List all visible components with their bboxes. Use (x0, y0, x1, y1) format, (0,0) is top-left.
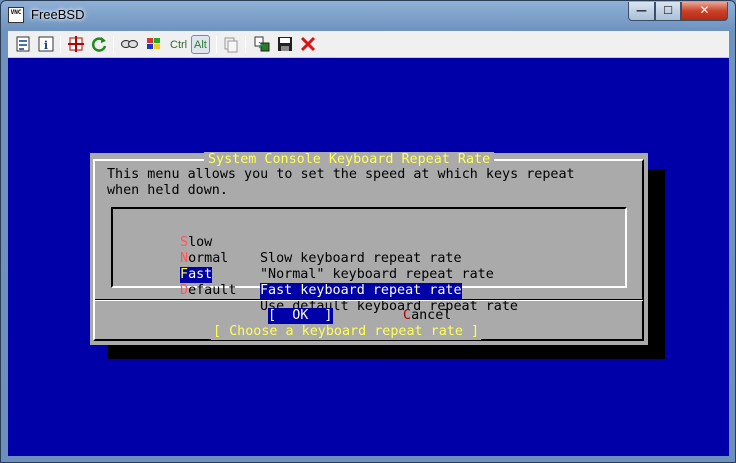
save-icon[interactable] (276, 35, 294, 54)
dialog-title: System Console Keyboard Repeat Rate (204, 152, 495, 168)
menu-item-description: Slow keyboard repeat rate (260, 251, 462, 266)
menu-item-tag: Default (180, 283, 237, 298)
menu-item-description: "Normal" keyboard repeat rate (260, 267, 494, 282)
menu-item-default[interactable]: Default Use default keyboard repeat rate (113, 267, 518, 314)
minimize-button[interactable]: — (628, 2, 655, 21)
info-icon[interactable]: i (37, 35, 55, 54)
window-title: FreeBSD (31, 7, 85, 22)
options-icon[interactable] (14, 35, 32, 54)
title-bar[interactable]: VNC FreeBSD — ☐ ✕ (1, 1, 735, 31)
maximize-button[interactable]: ☐ (655, 2, 681, 21)
fullscreen-icon[interactable] (67, 35, 85, 54)
prompt-line-2: when held down. (107, 183, 228, 198)
dialog-hint: [ Choose a keyboard repeat rate ] (211, 324, 482, 340)
toolbar-separator (60, 36, 61, 53)
ctrl-key-toggle[interactable]: Ctrl (167, 35, 190, 54)
refresh-icon[interactable] (90, 35, 108, 54)
menu-item-normal[interactable]: Normal "Normal" keyboard repeat rate (113, 235, 494, 282)
ctrl-alt-del-icon[interactable] (120, 35, 140, 54)
toolbar-separator (245, 36, 246, 53)
cancel-button[interactable]: Cancel (403, 308, 451, 324)
alt-key-toggle[interactable]: Alt (191, 35, 210, 54)
file-transfer-icon[interactable] (253, 35, 271, 54)
vnc-app-icon[interactable]: VNC (8, 7, 24, 23)
toolbar-separator (216, 36, 217, 53)
vnc-window: VNC FreeBSD — ☐ ✕ i Ctrl Alt System Cons… (0, 0, 736, 463)
menu-item-description: Fast keyboard repeat rate (260, 283, 462, 299)
close-button[interactable]: ✕ (681, 2, 728, 21)
windows-key-icon[interactable] (145, 35, 163, 54)
dialog-prompt: This menu allows you to set the speed at… (107, 167, 575, 199)
vnc-toolbar: i Ctrl Alt (8, 31, 729, 58)
dialog-divider (95, 299, 643, 301)
remote-console-screen[interactable]: System Console Keyboard Repeat Rate This… (8, 58, 729, 456)
clipboard-icon[interactable] (222, 35, 240, 54)
menu-item-slow[interactable]: Slow Slow keyboard repeat rate (113, 219, 462, 266)
menu-item-fast[interactable]: Fast Fast keyboard repeat rate (113, 251, 462, 299)
repeat-rate-menu: Slow Slow keyboard repeat rate Normal "N… (111, 207, 627, 314)
keyboard-repeat-rate-dialog: System Console Keyboard Repeat Rate This… (90, 152, 648, 345)
svg-text:i: i (44, 39, 48, 52)
toolbar-separator (113, 36, 114, 53)
disconnect-icon[interactable] (299, 35, 317, 54)
prompt-line-1: This menu allows you to set the speed at… (107, 167, 575, 182)
ok-button[interactable]: [ OK ] (268, 308, 333, 324)
